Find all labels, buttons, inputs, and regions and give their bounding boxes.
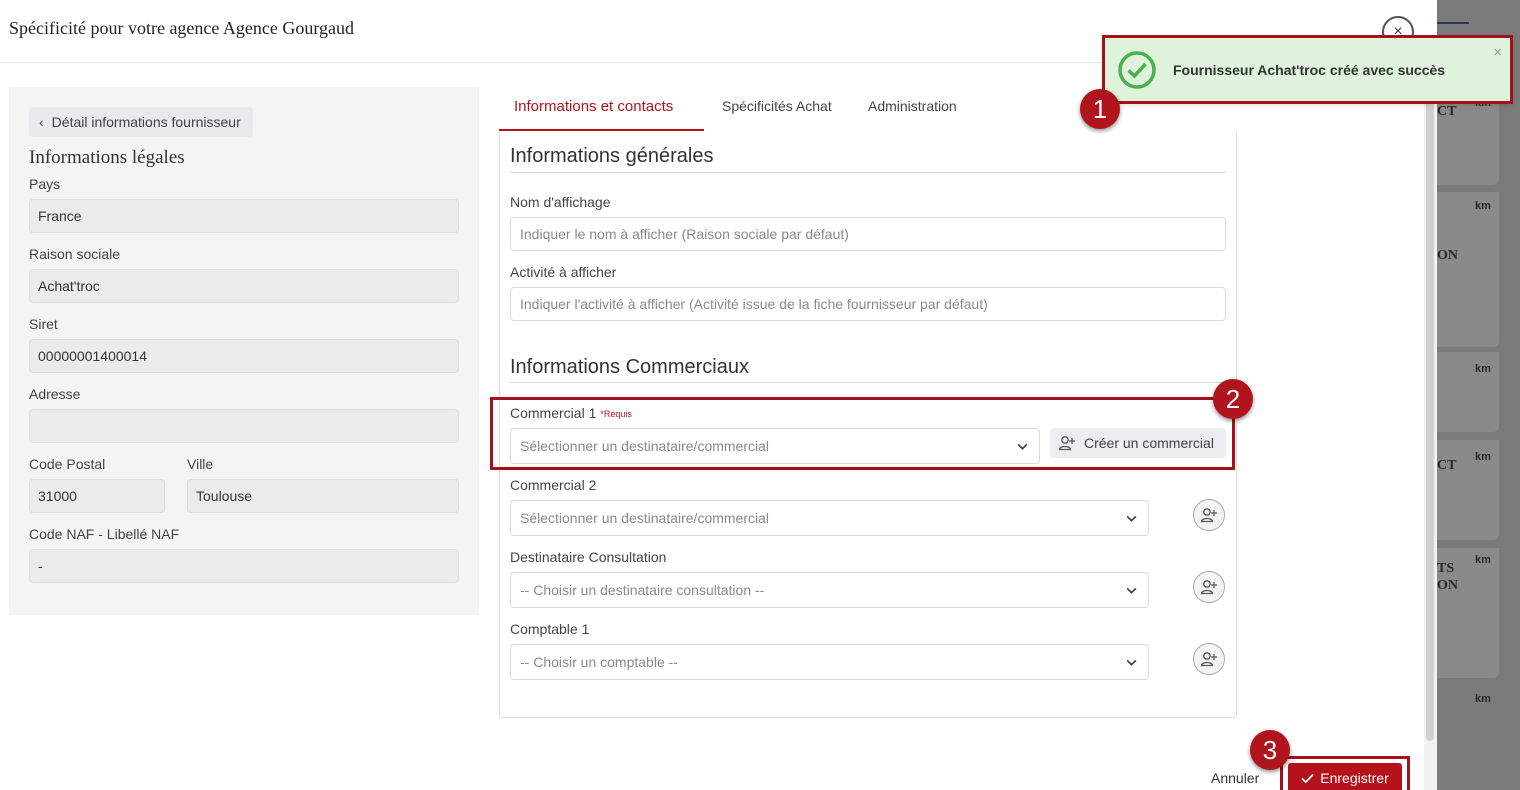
modal-scrollbar[interactable] xyxy=(1424,63,1437,790)
destinataire-consultation-select[interactable]: -- Choisir un destinataire consultation … xyxy=(510,572,1149,608)
commercial-info-title: Informations Commerciaux xyxy=(510,356,749,378)
comptable-1-placeholder: -- Choisir un comptable -- xyxy=(520,654,678,670)
highlight-toast xyxy=(1102,35,1513,104)
add-user-icon xyxy=(1058,436,1075,451)
annotation-badge-1: 1 xyxy=(1080,89,1120,129)
back-to-supplier-detail-button[interactable]: ‹ Détail informations fournisseur xyxy=(29,107,253,137)
section-divider xyxy=(510,382,1226,383)
adresse-label: Adresse xyxy=(29,386,81,402)
legal-info-panel: ‹ Détail informations fournisseur Inform… xyxy=(9,87,479,615)
siret-label: Siret xyxy=(29,316,58,332)
background-page: CT ON CT TS ON km km km km km km xyxy=(1437,0,1520,790)
annotation-badge-2: 2 xyxy=(1213,379,1253,419)
naf-field: - xyxy=(29,549,459,583)
back-button-label: Détail informations fournisseur xyxy=(51,114,241,130)
background-text: ON xyxy=(1437,248,1458,263)
activity-label: Activité à afficher xyxy=(510,264,617,280)
pays-label: Pays xyxy=(29,176,61,192)
commercial-2-label: Commercial 2 xyxy=(510,477,597,493)
background-text: CT xyxy=(1437,104,1457,119)
general-info-title: Informations générales xyxy=(510,145,714,167)
siret-field: 00000001400014 xyxy=(29,339,459,373)
comptable-1-select[interactable]: -- Choisir un comptable -- xyxy=(510,644,1149,680)
check-icon xyxy=(1301,773,1314,783)
chevron-down-icon xyxy=(1017,443,1028,450)
raison-sociale-label: Raison sociale xyxy=(29,246,121,262)
add-comptable-button[interactable] xyxy=(1193,643,1225,675)
commercial-1-label-text: Commercial 1 xyxy=(510,405,597,421)
display-name-label: Nom d'affichage xyxy=(510,194,611,210)
activity-input[interactable]: Indiquer l'activité à afficher (Activité… xyxy=(510,287,1226,321)
background-card xyxy=(1437,192,1499,347)
display-name-input[interactable]: Indiquer le nom à afficher (Raison socia… xyxy=(510,217,1226,251)
commercial-2-select[interactable]: Sélectionner un destinataire/commercial xyxy=(510,500,1149,536)
scrollbar-thumb[interactable] xyxy=(1426,71,1434,741)
add-user-icon xyxy=(1200,652,1217,667)
legal-info-title: Informations légales xyxy=(29,147,185,168)
destinataire-consultation-label: Destinataire Consultation xyxy=(510,549,667,565)
adresse-field xyxy=(29,409,459,443)
background-km: km xyxy=(1475,554,1491,566)
naf-label: Code NAF - Libellé NAF xyxy=(29,526,180,542)
background-topline xyxy=(1437,22,1469,24)
chevron-down-icon xyxy=(1126,659,1137,666)
background-km: km xyxy=(1475,200,1491,212)
background-text: ON xyxy=(1437,578,1458,593)
commercial-1-placeholder: Sélectionner un destinataire/commercial xyxy=(520,438,770,454)
create-commercial-label: Créer un commercial xyxy=(1084,435,1214,451)
save-button[interactable]: Enregistrer xyxy=(1288,763,1402,790)
add-user-icon xyxy=(1200,508,1217,523)
chevron-down-icon xyxy=(1126,587,1137,594)
background-km: km xyxy=(1475,451,1491,463)
commercial-1-select[interactable]: Sélectionner un destinataire/commercial xyxy=(510,428,1040,464)
add-user-icon xyxy=(1200,580,1217,595)
tab-administration[interactable]: Administration xyxy=(868,98,957,114)
code-postal-field: 31000 xyxy=(29,479,165,513)
add-destinataire-button[interactable] xyxy=(1193,571,1225,603)
required-marker: *Requis xyxy=(600,409,632,419)
tab-specificites-achat[interactable]: Spécificités Achat xyxy=(722,98,832,114)
raison-sociale-field: Achat'troc xyxy=(29,269,459,303)
code-postal-label: Code Postal xyxy=(29,456,106,472)
tab-informations-contacts[interactable]: Informations et contacts xyxy=(514,98,673,115)
chevron-left-icon: ‹ xyxy=(39,114,44,130)
ville-label: Ville xyxy=(187,456,214,472)
cancel-button[interactable]: Annuler xyxy=(1211,770,1259,786)
background-text: TS xyxy=(1437,561,1455,576)
commercial-2-placeholder: Sélectionner un destinataire/commercial xyxy=(520,510,770,526)
add-commercial-2-button[interactable] xyxy=(1193,499,1225,531)
ville-field: Toulouse xyxy=(187,479,459,513)
commercial-1-label: Commercial 1 *Requis xyxy=(510,405,632,421)
save-button-label: Enregistrer xyxy=(1320,770,1389,786)
background-text: CT xyxy=(1437,458,1457,473)
destinataire-consultation-placeholder: -- Choisir un destinataire consultation … xyxy=(520,582,765,598)
annotation-badge-3: 3 xyxy=(1250,730,1290,770)
background-km: km xyxy=(1475,693,1491,705)
chevron-down-icon xyxy=(1126,515,1137,522)
create-commercial-button[interactable]: Créer un commercial xyxy=(1050,428,1226,458)
pays-field: France xyxy=(29,199,459,233)
section-divider xyxy=(510,172,1226,173)
comptable-1-label: Comptable 1 xyxy=(510,621,590,637)
modal-title: Spécificité pour votre agence Agence Gou… xyxy=(9,18,355,38)
background-km: km xyxy=(1475,363,1491,375)
